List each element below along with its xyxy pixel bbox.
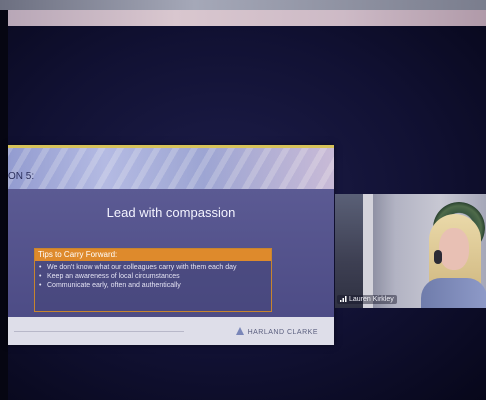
footer-divider	[14, 331, 184, 332]
slide-header-band	[8, 145, 334, 189]
participant-body	[421, 278, 486, 308]
monitor-bezel	[0, 0, 486, 10]
brand-logo-icon	[235, 327, 244, 335]
slide-footer: HARLAND CLARKE	[8, 317, 334, 345]
background-shelf	[335, 194, 363, 308]
participant-name-label: Lauren Kirkley	[337, 295, 397, 304]
brand-wordmark: HARLAND CLARKE	[235, 327, 318, 336]
participant-name: Lauren Kirkley	[349, 296, 394, 303]
tips-box: Tips to Carry Forward: We don't know wha…	[34, 248, 272, 312]
slide-section-label: ON 5:	[8, 171, 35, 182]
participant-face	[439, 228, 469, 270]
tip-item: Communicate early, often and authentical…	[39, 281, 265, 290]
tip-item: We don't know what our colleagues carry …	[39, 263, 265, 272]
headset	[434, 250, 442, 264]
monitor-edge	[0, 10, 8, 400]
brand-name: HARLAND CLARKE	[247, 329, 318, 336]
window-top-strip	[8, 10, 486, 26]
signal-bars-icon	[340, 296, 347, 302]
slide-accent-line	[8, 145, 334, 148]
slide-body: Lead with compassion Tips to Carry Forwa…	[8, 189, 334, 317]
participant-video-tile[interactable]: Lauren Kirkley	[335, 194, 486, 308]
tip-item: Keep an awareness of local circumstances	[39, 272, 265, 281]
tips-header: Tips to Carry Forward:	[35, 249, 271, 261]
slide-title: Lead with compassion	[106, 205, 236, 220]
tips-list: We don't know what our colleagues carry …	[39, 263, 265, 290]
background-doorframe	[363, 194, 373, 308]
shared-slide: ON 5: Lead with compassion Tips to Carry…	[8, 145, 334, 345]
